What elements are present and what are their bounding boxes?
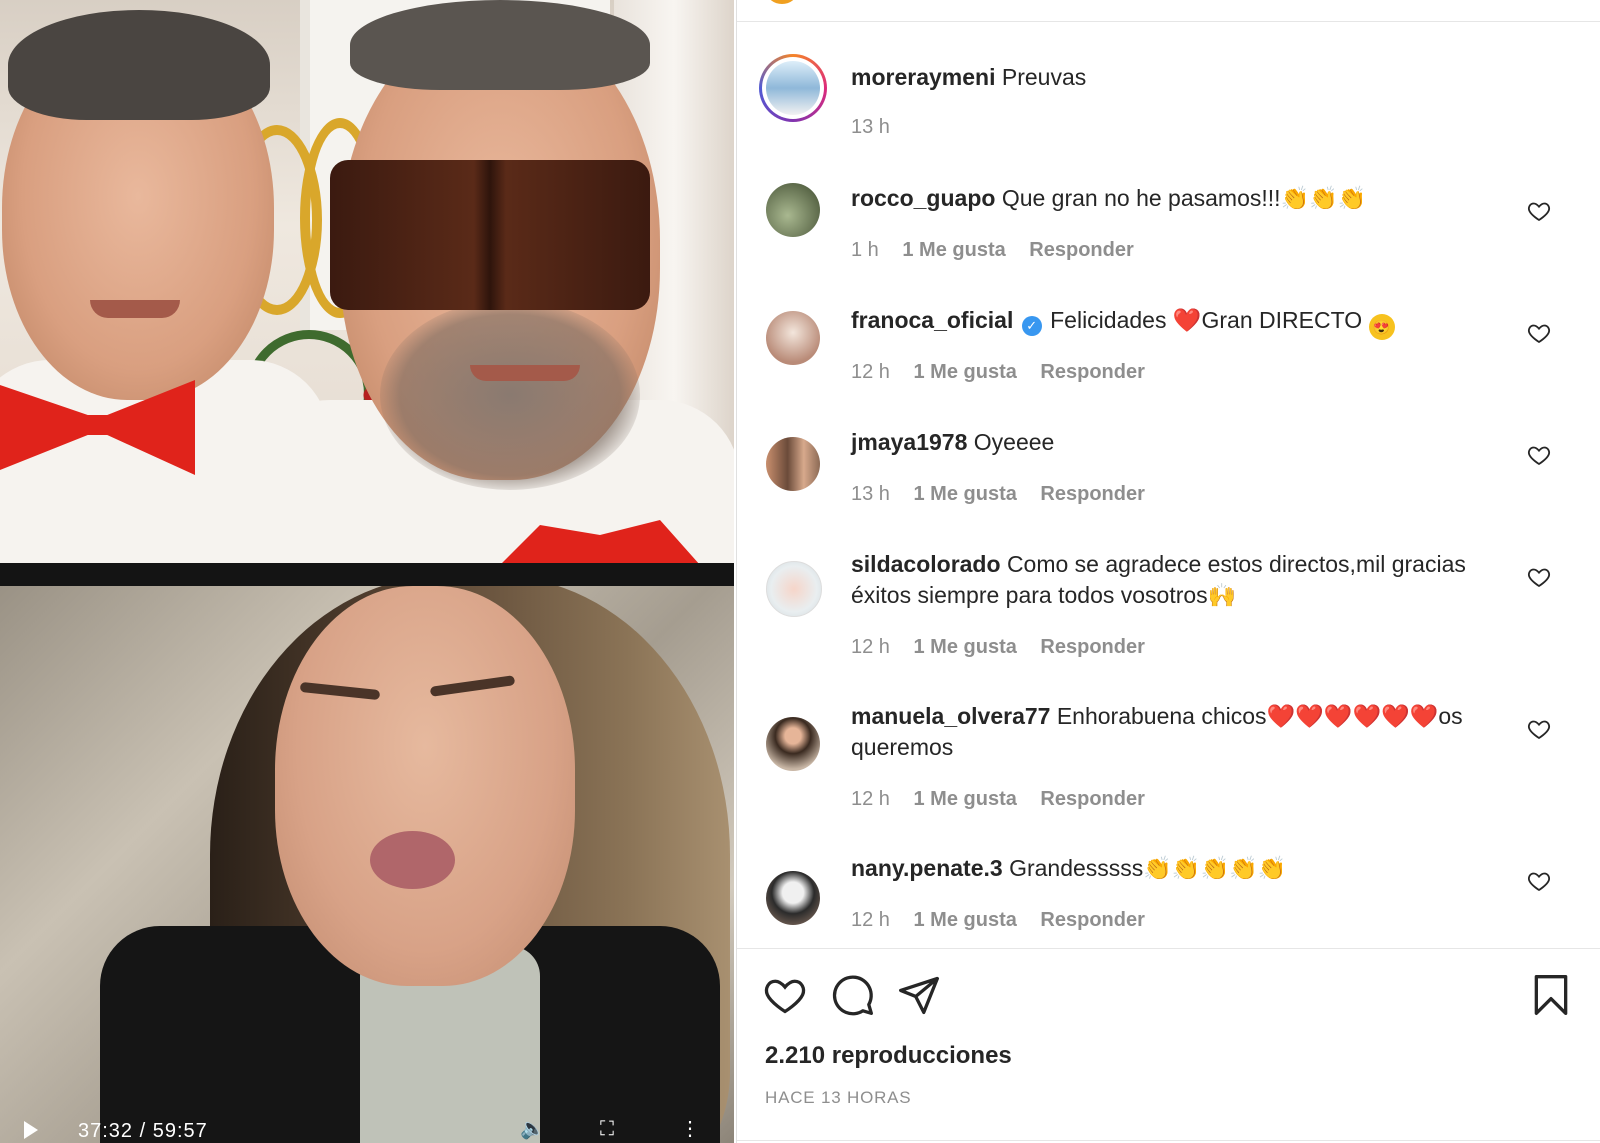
- reply-button[interactable]: Responder: [1040, 788, 1144, 810]
- caption-time: 13 h: [851, 116, 890, 138]
- comment-likes[interactable]: 1 Me gusta: [914, 788, 1017, 810]
- comment-likes[interactable]: 1 Me gusta: [902, 239, 1005, 261]
- actions-divider: [737, 948, 1600, 949]
- comment-time: 12 h: [851, 909, 890, 931]
- comment-text: Que gran no he pasamos!!!: [1001, 185, 1281, 211]
- reply-button[interactable]: Responder: [1040, 361, 1144, 383]
- bottom-divider: [737, 1140, 1600, 1141]
- comment-username[interactable]: jmaya1978: [851, 429, 967, 455]
- sunglasses: [330, 160, 650, 310]
- reply-button[interactable]: Responder: [1040, 483, 1144, 505]
- fullscreen-icon[interactable]: ⛶: [600, 1118, 614, 1141]
- comment-username[interactable]: sildacolorado: [851, 551, 1001, 577]
- video-controls: 37:32 / 59:57 🔈 ⛶ ⋮: [0, 1113, 734, 1143]
- heart-icon[interactable]: [1527, 443, 1551, 467]
- comment-username[interactable]: franoca_oficial: [851, 307, 1013, 333]
- avatar[interactable]: [766, 183, 820, 237]
- clap-emoji: 👏👏👏: [1280, 185, 1367, 211]
- avatar[interactable]: [766, 871, 820, 925]
- comment-text: Grandesssss: [1009, 855, 1144, 881]
- avatar[interactable]: [766, 717, 820, 771]
- comment-text: Oyeeee: [973, 429, 1055, 455]
- more-options-icon[interactable]: ⋮: [680, 1116, 700, 1141]
- clap-emoji: 👏👏👏👏👏: [1143, 855, 1287, 881]
- reply-button[interactable]: Responder: [1040, 636, 1144, 658]
- caption-username[interactable]: moreraymeni: [851, 64, 995, 90]
- comment-username[interactable]: manuela_olvera77: [851, 703, 1050, 729]
- send-icon[interactable]: [897, 973, 941, 1017]
- heart-icon[interactable]: [1527, 565, 1551, 589]
- comment-likes[interactable]: 1 Me gusta: [914, 483, 1017, 505]
- raised-hands-emoji: 🙌: [1207, 582, 1237, 608]
- heart-emoji: ❤️: [1172, 307, 1202, 333]
- comment-likes[interactable]: 1 Me gusta: [914, 909, 1017, 931]
- comment-username[interactable]: nany.penate.3: [851, 855, 1003, 881]
- video-panel-guest: [0, 586, 734, 1143]
- hearts-emoji: ❤️❤️❤️❤️❤️❤️: [1266, 703, 1439, 729]
- avatar[interactable]: [766, 311, 820, 365]
- heart-icon[interactable]: [1527, 717, 1551, 741]
- comment-time: 12 h: [851, 788, 890, 810]
- like-heart-icon[interactable]: [763, 973, 807, 1017]
- caption-text: Preuvas: [1001, 64, 1087, 90]
- heart-eyes-emoji: 😍: [1368, 314, 1395, 340]
- comment-time: 12 h: [851, 361, 890, 383]
- comment-time: 13 h: [851, 483, 890, 505]
- comment-text-b: Gran DIRECTO: [1201, 307, 1363, 333]
- view-count: 2.210 reproducciones: [765, 1042, 1012, 1069]
- caption-avatar[interactable]: [759, 54, 827, 122]
- volume-icon[interactable]: 🔈: [520, 1116, 545, 1141]
- bookmark-icon[interactable]: [1529, 973, 1573, 1017]
- avatar[interactable]: [766, 437, 820, 491]
- header-divider: [737, 21, 1600, 22]
- live-video-player[interactable]: 37:32 / 59:57 🔈 ⛶ ⋮: [0, 0, 734, 1143]
- video-panel-host: [0, 0, 734, 563]
- heart-icon[interactable]: [1527, 199, 1551, 223]
- video-timestamp: 37:32 / 59:57: [78, 1120, 208, 1142]
- reply-button[interactable]: Responder: [1040, 909, 1144, 931]
- split-divider: [0, 563, 734, 586]
- comment-likes[interactable]: 1 Me gusta: [914, 361, 1017, 383]
- reply-button[interactable]: Responder: [1029, 239, 1133, 261]
- heart-icon[interactable]: [1527, 869, 1551, 893]
- comment-text: Enhorabuena chicos: [1056, 703, 1267, 729]
- avatar[interactable]: [766, 561, 822, 617]
- comment-username[interactable]: rocco_guapo: [851, 185, 995, 211]
- comment-text: Felicidades: [1050, 307, 1167, 333]
- comment-icon[interactable]: [831, 973, 875, 1017]
- comment-likes[interactable]: 1 Me gusta: [914, 636, 1017, 658]
- comments-sidebar: moreraymeni Preuvas 13 h rocco_guapo Que…: [736, 0, 1600, 1143]
- partial-avatar: [767, 0, 797, 4]
- play-icon[interactable]: [24, 1121, 38, 1139]
- post-timestamp: HACE 13 HORAS: [765, 1088, 912, 1107]
- comment-time: 1 h: [851, 239, 879, 261]
- verified-badge-icon: ✓: [1021, 316, 1042, 336]
- heart-icon[interactable]: [1527, 321, 1551, 345]
- comment-item: nany.penate.3 Grandesssss👏👏👏👏👏 12 h 1 Me…: [737, 853, 1600, 938]
- comment-time: 12 h: [851, 636, 890, 658]
